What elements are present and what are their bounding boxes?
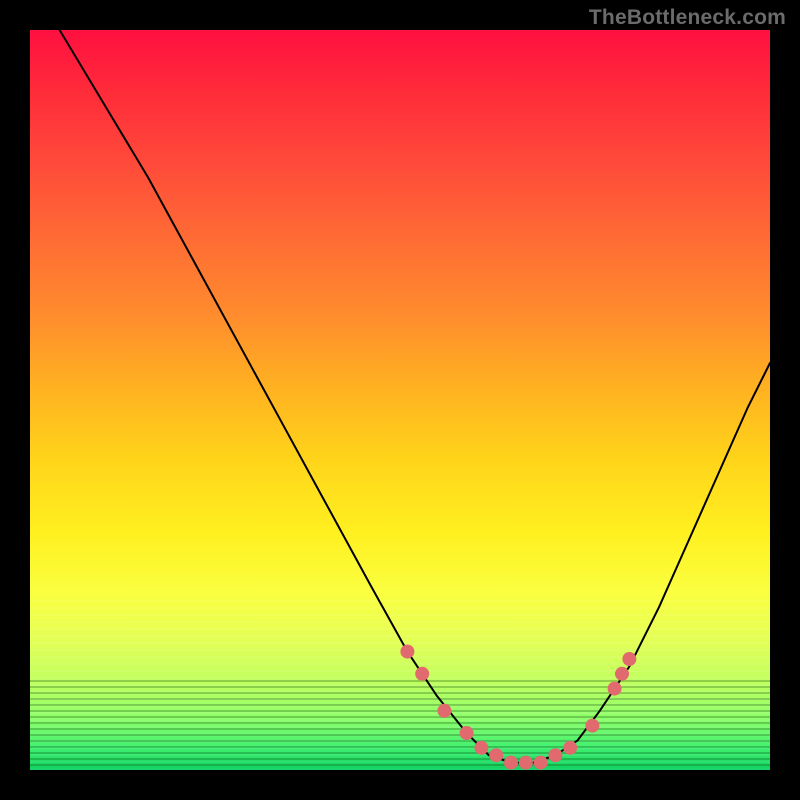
sample-marker	[400, 645, 414, 659]
chart-frame: TheBottleneck.com	[0, 0, 800, 800]
bottleneck-curve-path	[60, 30, 770, 763]
sample-marker	[534, 756, 548, 770]
sample-marker	[519, 756, 533, 770]
sample-marker	[585, 719, 599, 733]
sample-marker	[563, 741, 577, 755]
sample-marker	[415, 667, 429, 681]
sample-marker	[474, 741, 488, 755]
sample-marker	[548, 748, 562, 762]
sample-marker	[622, 652, 636, 666]
sample-marker	[489, 748, 503, 762]
sample-marker	[608, 682, 622, 696]
watermark-text: TheBottleneck.com	[589, 6, 786, 30]
sample-markers	[400, 645, 636, 770]
sample-marker	[504, 756, 518, 770]
sample-marker	[437, 704, 451, 718]
sample-marker	[460, 726, 474, 740]
sample-marker	[615, 667, 629, 681]
bottleneck-curve-svg	[30, 30, 770, 770]
plot-area	[30, 30, 770, 770]
